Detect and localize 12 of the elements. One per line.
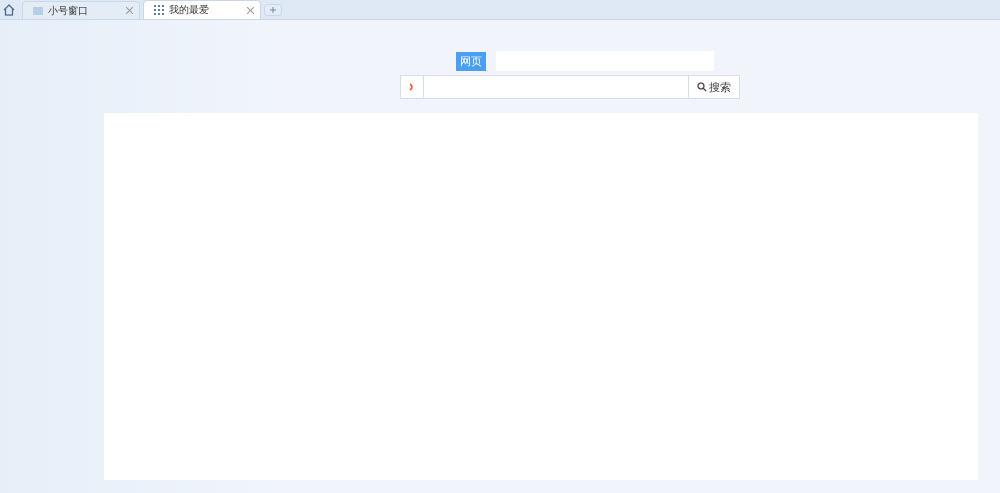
close-icon[interactable] — [247, 6, 254, 14]
home-icon[interactable] — [2, 3, 16, 17]
search-button[interactable]: 搜索 — [689, 75, 740, 99]
engine-icon[interactable] — [409, 83, 415, 91]
search-field[interactable] — [423, 75, 689, 99]
search-icon — [697, 82, 707, 92]
window-icon — [33, 6, 43, 16]
close-icon[interactable] — [126, 7, 133, 14]
browser-tab[interactable]: 我的最爱 — [143, 0, 261, 19]
new-tab-icon[interactable] — [264, 4, 282, 16]
grid-icon — [154, 5, 164, 15]
browser-tab[interactable]: 小号窗口 — [22, 1, 140, 19]
